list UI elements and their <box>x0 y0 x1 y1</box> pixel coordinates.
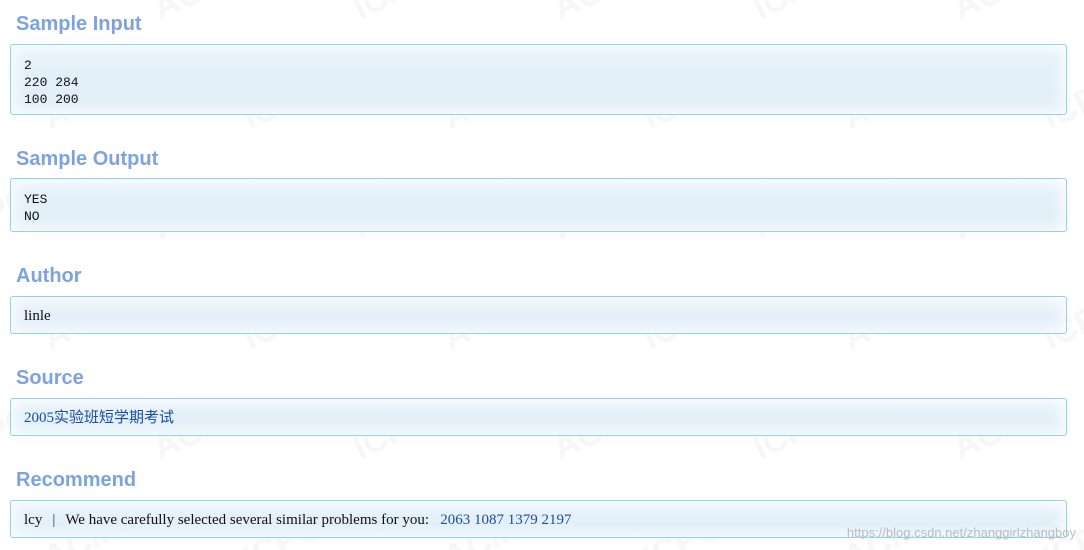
recommend-problem-link[interactable]: 2197 <box>542 512 572 528</box>
recommend-text: We have carefully selected several simil… <box>65 512 429 528</box>
sample-output-title: Sample Output <box>16 148 159 170</box>
recommend-separator: | <box>52 512 56 528</box>
blog-watermark: https://blog.csdn.net/zhanggirlzhangboy <box>846 525 1076 540</box>
sample-output-text: YES NO <box>24 191 1053 225</box>
source-box: 2005实验班短学期考试 <box>10 398 1067 436</box>
background-watermark-mark: ACM <box>547 0 633 27</box>
recommend-problem-link[interactable]: 1087 <box>474 512 504 528</box>
background-watermark-mark: ICPC <box>747 0 837 27</box>
background-watermark-mark: ICPC <box>347 0 437 27</box>
background-watermark-mark: ACM <box>147 0 233 27</box>
author-title: Author <box>16 265 82 287</box>
sample-input-box: 2 220 284 100 200 <box>10 44 1067 115</box>
background-watermark-mark: ACM <box>947 0 1033 27</box>
sample-input-line: 2 <box>24 58 32 73</box>
recommend-problem-link[interactable]: 2063 <box>440 512 470 528</box>
author-name: linle <box>24 308 51 324</box>
sample-input-text: 2 220 284 100 200 <box>24 57 1053 108</box>
recommend-user: lcy <box>24 512 43 528</box>
recommend-problem-link[interactable]: 1379 <box>508 512 538 528</box>
sample-input-title: Sample Input <box>16 13 142 35</box>
recommend-title: Recommend <box>16 469 137 491</box>
sample-output-box: YES NO <box>10 178 1067 232</box>
sample-output-line: YES <box>24 192 48 207</box>
sample-output-line: NO <box>24 209 40 224</box>
source-title: Source <box>16 367 84 389</box>
author-box: linle <box>10 296 1067 334</box>
source-link[interactable]: 2005实验班短学期考试 <box>24 410 174 426</box>
sample-input-line: 100 200 <box>24 92 79 107</box>
sample-input-line: 220 284 <box>24 75 79 90</box>
